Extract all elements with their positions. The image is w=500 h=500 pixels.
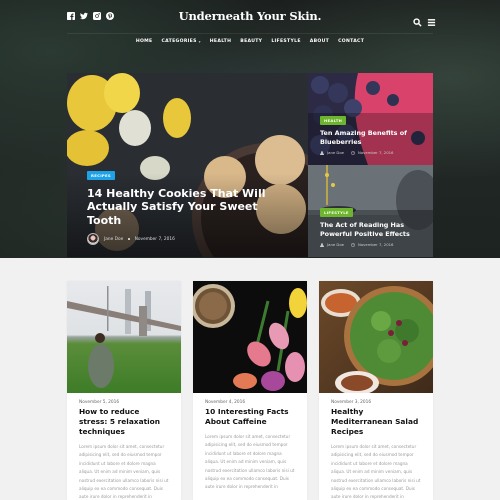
park-image: [67, 286, 181, 388]
nav-item-home[interactable]: HOME: [136, 39, 153, 44]
post-date: November 5, 2016: [79, 400, 120, 405]
post-date: November 7, 2016: [357, 242, 394, 247]
post-date: November 4, 2016: [205, 400, 246, 405]
side-post-content: HEALTH Ten Amazing Benefits of Blueberri…: [320, 107, 427, 155]
post-card-body: November 4, 2016 10 Interesting Facts Ab…: [193, 393, 307, 492]
menu-icon[interactable]: [427, 12, 436, 31]
salad-image: [321, 286, 433, 393]
post-title[interactable]: Ten Amazing Benefits of Blueberries: [320, 129, 427, 146]
category-badge[interactable]: HEALTH: [320, 116, 347, 125]
post-date: November 7, 2016: [357, 150, 394, 155]
author-name[interactable]: Jane Doe: [327, 242, 344, 247]
featured-side-post[interactable]: LIFESTYLE The Act of Reading Has Powerfu…: [308, 165, 433, 257]
nav-item-health[interactable]: HEALTH: [210, 39, 231, 44]
chevron-down-icon: ▾: [198, 39, 201, 44]
nav-item-contact[interactable]: CONTACT: [338, 39, 364, 44]
user-icon: [320, 242, 324, 247]
featured-main-post[interactable]: RECIPES 14 Healthy Cookies That Will Act…: [67, 73, 308, 257]
post-thumbnail[interactable]: [67, 281, 181, 393]
header-actions: [413, 12, 436, 31]
header-divider: [67, 33, 433, 34]
post-excerpt: Lorem ipsum dolor sit amet, consectetur …: [205, 434, 295, 490]
category-badge[interactable]: RECIPES: [87, 170, 115, 180]
author-name[interactable]: Jane Doe: [104, 237, 123, 242]
post-excerpt: Lorem ipsum dolor sit amet, consectetur …: [79, 444, 169, 500]
featured-posts: RECIPES 14 Healthy Cookies That Will Act…: [67, 73, 433, 257]
post-date: November 3, 2016: [331, 400, 372, 405]
post-grid: November 5, 2016 How to reduce stress: 5…: [67, 281, 433, 500]
clock-icon: [351, 150, 355, 155]
post-title[interactable]: 14 Healthy Cookies That Will Actually Sa…: [87, 187, 287, 228]
coffee-tulips-image: [193, 284, 307, 391]
post-title[interactable]: Healthy Mediterranean Salad Recipes: [331, 407, 421, 437]
post-card[interactable]: November 4, 2016 10 Interesting Facts Ab…: [193, 281, 307, 500]
author-avatar: [87, 233, 99, 245]
post-card[interactable]: November 3, 2016 Healthy Mediterranean S…: [319, 281, 433, 500]
post-title[interactable]: How to reduce stress: 5 relaxation techn…: [79, 407, 169, 437]
main-nav: HOME CATEGORIES ▾ HEALTH BEAUTY LIFESTYLE…: [0, 39, 500, 44]
nav-item-categories[interactable]: CATEGORIES ▾: [162, 39, 201, 44]
post-date: November 7, 2016: [134, 236, 175, 242]
post-meta: Jane Doe November 7, 2016: [320, 242, 427, 247]
post-meta: Jane Doe November 7, 2016: [320, 150, 427, 155]
site-header: Underneath Your Skin. HOME CATEGORIES ▾ H…: [0, 0, 500, 58]
side-post-content: LIFESTYLE The Act of Reading Has Powerfu…: [320, 199, 427, 247]
category-badge[interactable]: LIFESTYLE: [320, 208, 353, 217]
featured-side-post[interactable]: HEALTH Ten Amazing Benefits of Blueberri…: [308, 73, 433, 165]
nav-item-beauty[interactable]: BEAUTY: [240, 39, 262, 44]
post-thumbnail[interactable]: [193, 281, 307, 393]
meta-separator: [128, 238, 130, 240]
post-card-body: November 3, 2016 Healthy Mediterranean S…: [319, 393, 433, 500]
author-name[interactable]: Jane Doe: [327, 150, 344, 155]
post-title[interactable]: 10 Interesting Facts About Caffeine: [205, 407, 295, 427]
post-title[interactable]: The Act of Reading Has Powerful Positive…: [320, 221, 427, 238]
clock-icon: [351, 242, 355, 247]
post-thumbnail[interactable]: [319, 281, 433, 393]
post-card-body: November 5, 2016 How to reduce stress: 5…: [67, 393, 181, 500]
user-icon: [320, 150, 324, 155]
post-meta: Jane Doe November 7, 2016: [87, 233, 287, 245]
nav-item-lifestyle[interactable]: LIFESTYLE: [271, 39, 300, 44]
search-icon[interactable]: [413, 12, 422, 31]
post-excerpt: Lorem ipsum dolor sit amet, consectetur …: [331, 444, 421, 500]
featured-main-content: RECIPES 14 Healthy Cookies That Will Act…: [87, 162, 287, 245]
post-card[interactable]: November 5, 2016 How to reduce stress: 5…: [67, 281, 181, 500]
nav-item-about[interactable]: ABOUT: [310, 39, 329, 44]
